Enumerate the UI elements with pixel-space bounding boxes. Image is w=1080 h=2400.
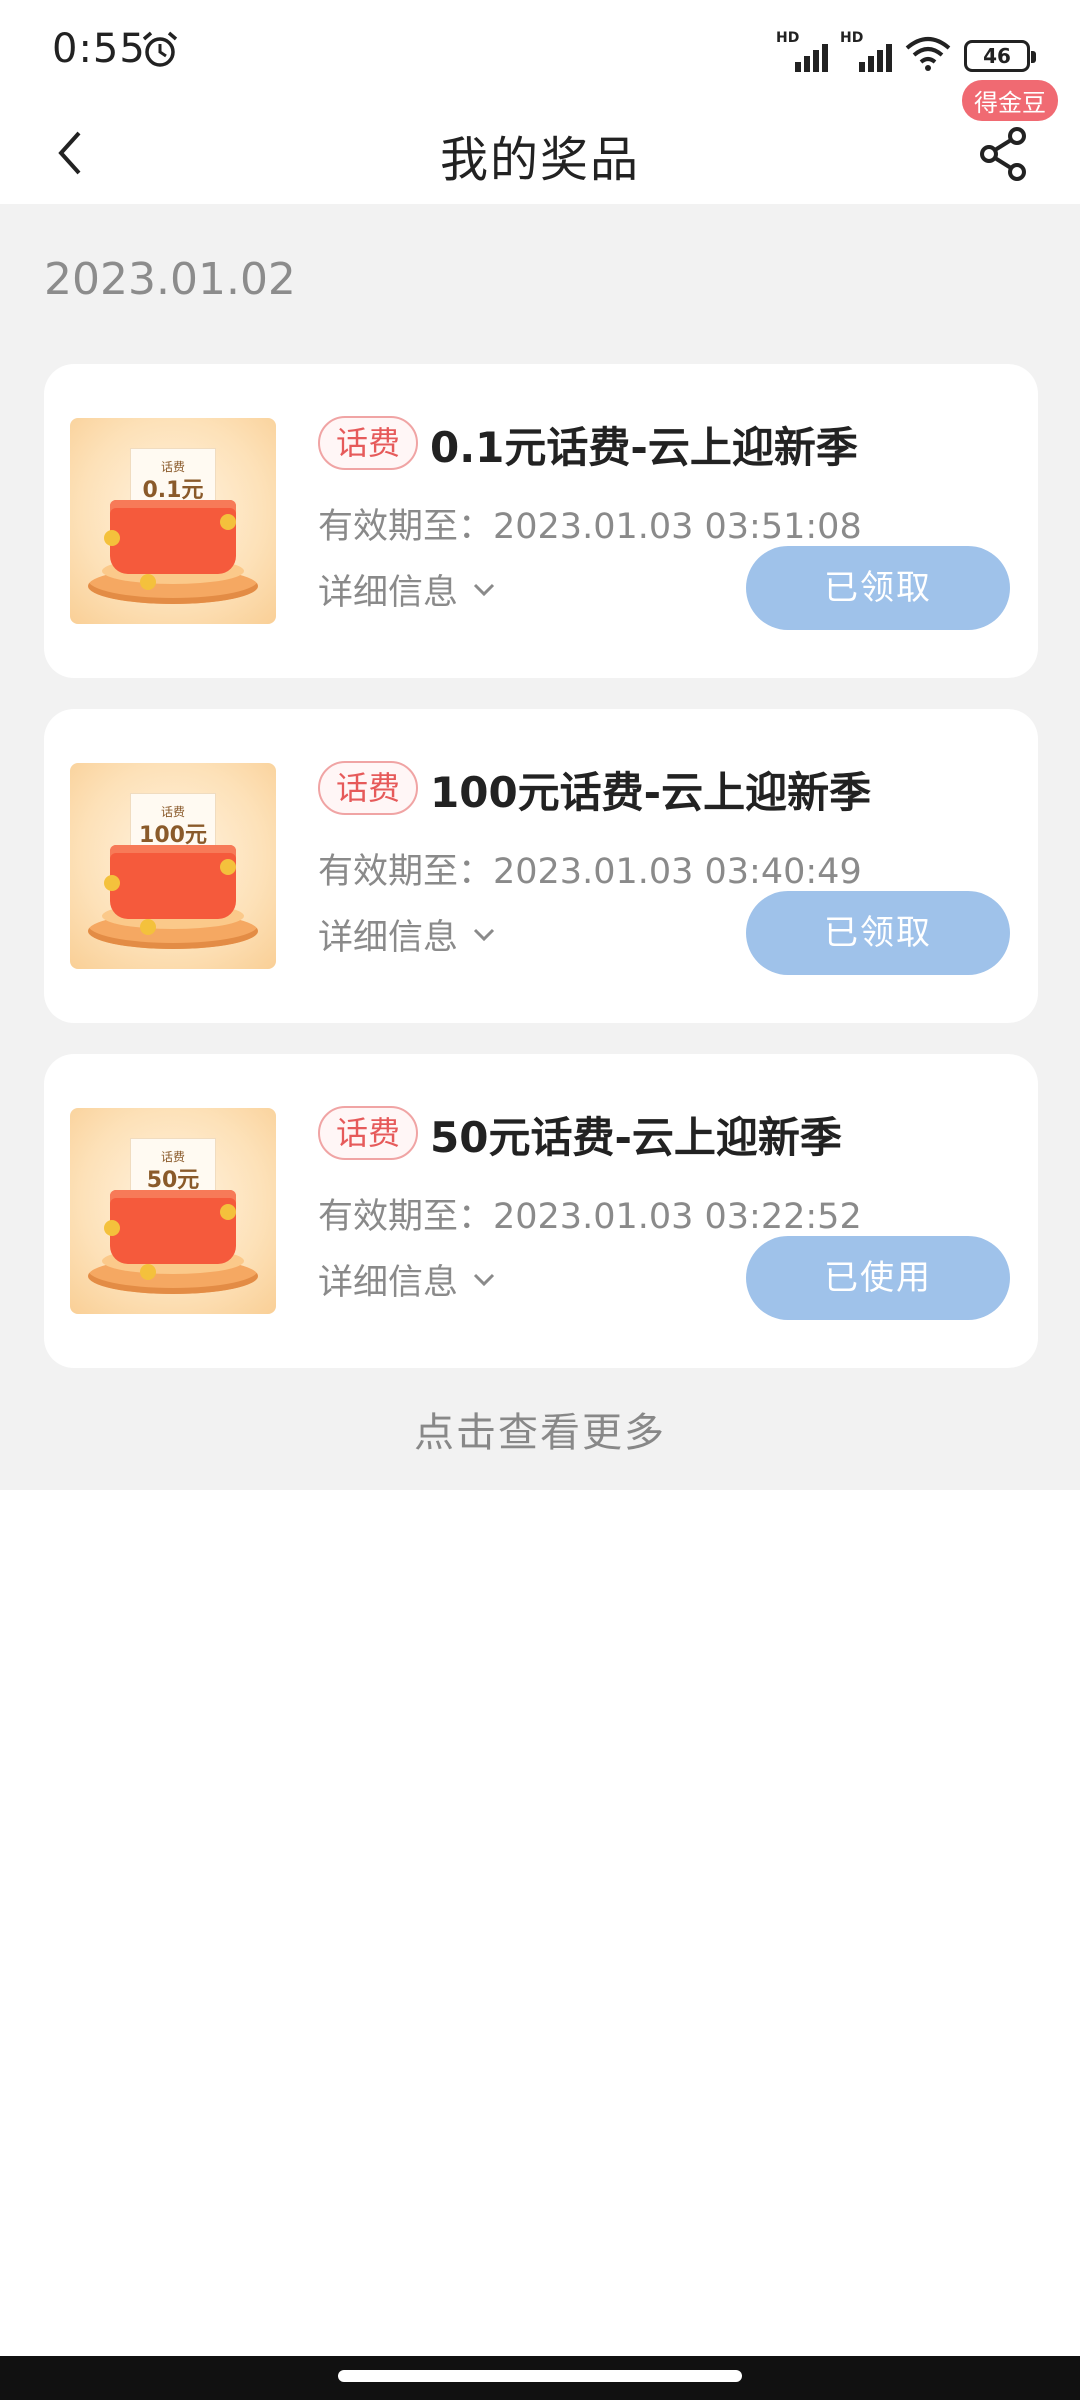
gold-bean-badge[interactable]: 得金豆 — [962, 80, 1058, 121]
prize-title: 50元话费-云上迎新季 — [430, 1113, 842, 1162]
prize-title: 0.1元话费-云上迎新季 — [430, 423, 858, 472]
prize-card[interactable]: 话费 0.1元 话费 0.1元话费-云上迎新季 有效期至：2023.01.03 … — [44, 364, 1038, 678]
category-tag: 话费 — [318, 416, 419, 470]
gesture-bar — [0, 2356, 1080, 2400]
expiry-text: 有效期至：2023.01.03 03:40:49 — [318, 852, 862, 892]
share-icon — [980, 127, 1026, 181]
prize-title: 100元话费-云上迎新季 — [430, 768, 872, 817]
status-icons: HD HD 46 — [776, 30, 1036, 72]
prize-thumbnail: 话费 0.1元 — [70, 418, 276, 624]
wifi-icon — [905, 37, 951, 71]
claimed-button[interactable]: 已领取 — [746, 891, 1010, 975]
claimed-button[interactable]: 已领取 — [746, 546, 1010, 630]
chevron-down-icon — [473, 583, 495, 596]
alarm-clock-icon — [142, 31, 178, 67]
prize-card[interactable]: 话费 100元 话费 100元话费-云上迎新季 有效期至：2023.01.03 … — [44, 709, 1038, 1023]
detail-toggle[interactable]: 详细信息 — [318, 1254, 496, 1305]
page-title: 我的奖品 — [439, 132, 640, 188]
nav-bar: 我的奖品 得金豆 — [0, 80, 1080, 204]
battery-icon: 46 — [964, 40, 1036, 72]
detail-toggle[interactable]: 详细信息 — [318, 564, 496, 615]
expiry-text: 有效期至：2023.01.03 03:22:52 — [318, 1197, 862, 1237]
home-indicator[interactable] — [338, 2370, 742, 2382]
expiry-text: 有效期至：2023.01.03 03:51:08 — [318, 507, 862, 547]
prize-thumbnail: 话费 50元 — [70, 1108, 276, 1314]
prize-thumbnail: 话费 100元 — [70, 763, 276, 969]
detail-label: 详细信息 — [318, 1263, 459, 1303]
detail-toggle[interactable]: 详细信息 — [318, 909, 496, 960]
prize-list-area: 2023.01.02 话费 0.1元 话费 0.1元话费-云上迎新季 有效期至：… — [0, 204, 1080, 1490]
status-bar: 0:55 HD HD 46 — [0, 0, 1080, 100]
date-header: 2023.01.02 — [44, 254, 296, 305]
status-time: 0:55 — [52, 26, 146, 72]
cell-signal-icon-2: HD — [840, 30, 892, 72]
category-tag: 话费 — [318, 1106, 419, 1160]
chevron-down-icon — [473, 928, 495, 941]
red-envelope-icon — [110, 845, 236, 919]
chevron-down-icon — [473, 1273, 495, 1286]
category-tag: 话费 — [318, 761, 419, 815]
cell-signal-icon: HD — [776, 30, 828, 72]
share-button[interactable] — [964, 114, 1044, 194]
red-envelope-icon — [110, 1190, 236, 1264]
prize-card[interactable]: 话费 50元 话费 50元话费-云上迎新季 有效期至：2023.01.03 03… — [44, 1054, 1038, 1368]
view-more-link[interactable]: 点击查看更多 — [0, 1400, 1080, 1458]
red-envelope-icon — [110, 500, 236, 574]
detail-label: 详细信息 — [318, 918, 459, 958]
detail-label: 详细信息 — [318, 573, 459, 613]
used-button[interactable]: 已使用 — [746, 1236, 1010, 1320]
